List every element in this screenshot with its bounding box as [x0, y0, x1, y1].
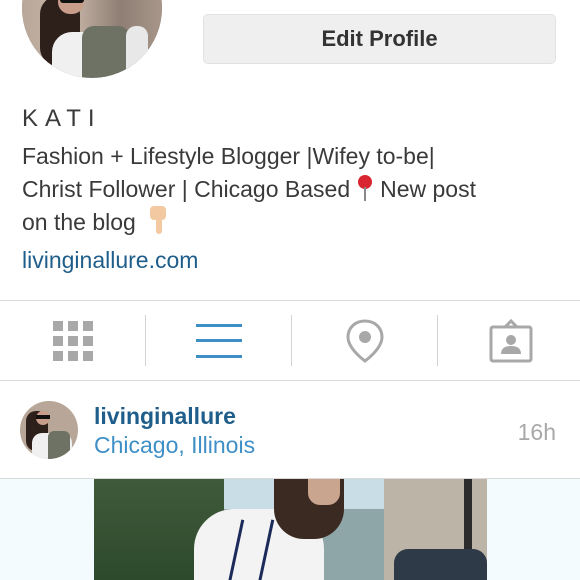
- post-location-link[interactable]: Chicago, Illinois: [94, 432, 255, 459]
- tab-tagged[interactable]: [438, 301, 580, 380]
- post-photo-area: [0, 479, 580, 580]
- post-author-avatar[interactable]: [20, 401, 78, 459]
- list-icon: [195, 323, 242, 358]
- bio-text: Christ Follower | Chicago Based: [22, 176, 351, 202]
- post-username-link[interactable]: livinginallure: [94, 403, 236, 430]
- pointing-down-hand-icon: [146, 206, 168, 236]
- profile-name: KATI: [22, 105, 102, 132]
- grid-icon: [52, 320, 93, 361]
- bio-line: Christ Follower | Chicago Based New post: [22, 173, 567, 206]
- profile-avatar[interactable]: [22, 0, 162, 78]
- bio-text: on the blog: [22, 209, 136, 235]
- bio-line: on the blog: [22, 206, 567, 239]
- location-pin-icon: [345, 318, 384, 363]
- profile-bio: Fashion + Lifestyle Blogger |Wifey to-be…: [22, 140, 567, 239]
- post-header: livinginallure Chicago, Illinois 16h: [0, 381, 580, 478]
- profile-view-tabbar: [0, 301, 580, 380]
- tab-location[interactable]: [292, 301, 437, 380]
- bio-text: Fashion + Lifestyle Blogger |Wifey to-be…: [22, 143, 435, 169]
- post-timestamp: 16h: [517, 419, 556, 445]
- post-photo[interactable]: [94, 479, 487, 580]
- bio-line: Fashion + Lifestyle Blogger |Wifey to-be…: [22, 140, 567, 173]
- profile-website-link[interactable]: livinginallure.com: [22, 247, 198, 274]
- tab-grid[interactable]: [0, 301, 145, 380]
- tab-list[interactable]: [146, 301, 291, 380]
- tagged-photos-icon: [489, 318, 532, 362]
- edit-profile-button[interactable]: Edit Profile: [203, 14, 556, 64]
- round-pushpin-icon: [356, 173, 374, 201]
- bio-text: New post: [380, 176, 476, 202]
